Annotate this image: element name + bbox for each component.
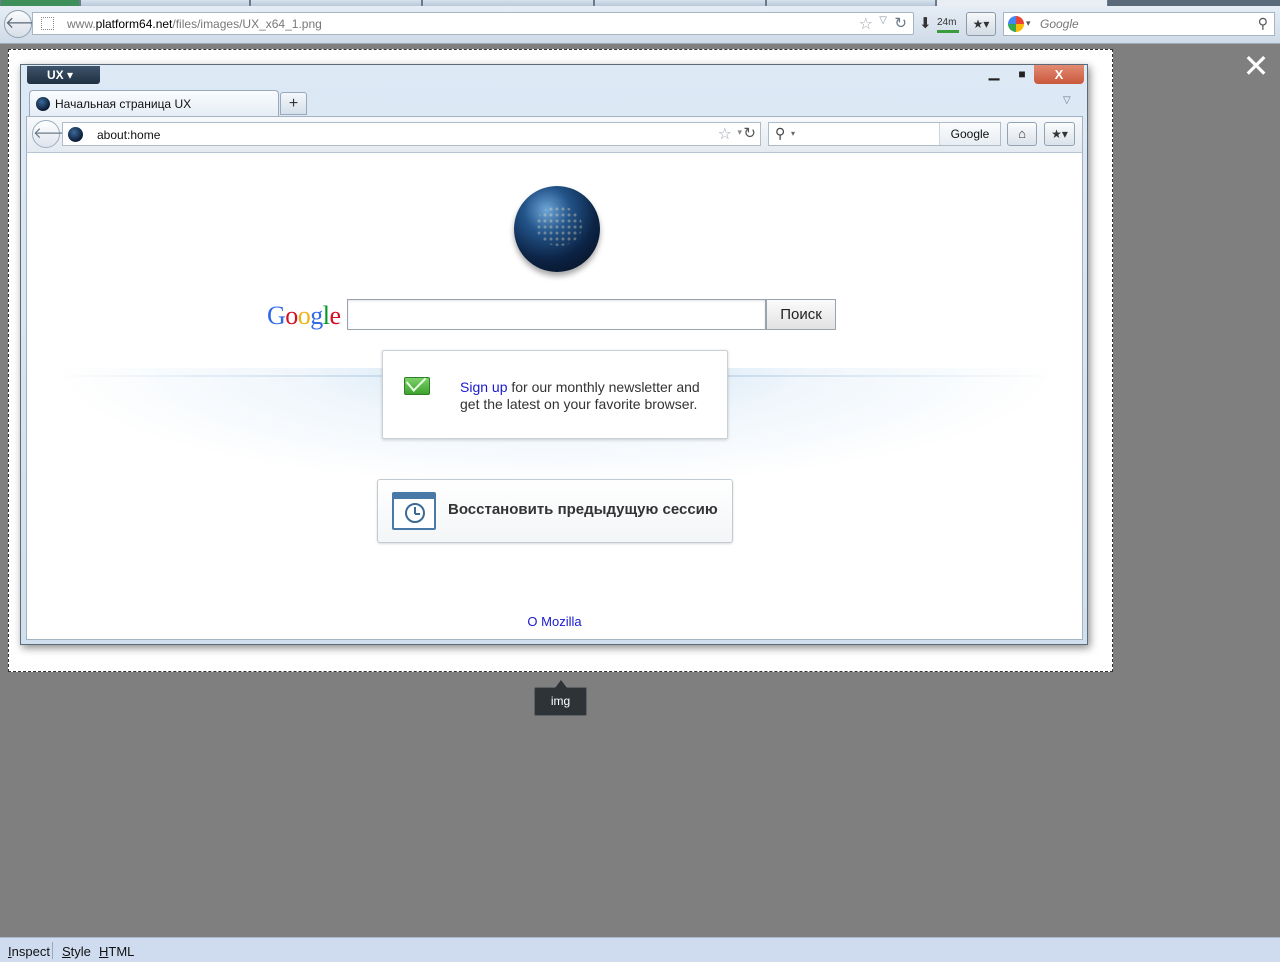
inspect-button[interactable]: Inspect xyxy=(8,944,50,959)
restore-session-clock-icon xyxy=(392,492,436,530)
tab-list-icon[interactable]: ▽ xyxy=(1063,95,1071,106)
inner-tab-home[interactable]: Начальная страница UX xyxy=(29,90,279,116)
home-search-input[interactable] xyxy=(347,299,766,330)
restore-session-button[interactable]: Восстановить предыдущую сессию xyxy=(377,479,733,543)
home-search-button[interactable]: Поиск xyxy=(766,299,836,330)
download-arrow-icon: ⬇ xyxy=(919,15,932,32)
inner-browser-window: UX ▾ ▁ ■ X Начальная страница UX + ▽ 🡐 a… xyxy=(20,64,1088,645)
outer-nav-bar: 🡐 www.platform64.net/files/images/UX_x64… xyxy=(0,6,1280,44)
node-tooltip: img xyxy=(534,680,587,716)
google-logo: Google xyxy=(267,301,341,330)
search-engine-button[interactable]: Google xyxy=(939,123,1000,145)
minimize-icon[interactable]: ▁ xyxy=(983,65,1005,84)
inner-tab-title: Начальная страница UX xyxy=(55,97,192,111)
reload-icon[interactable]: ↻ xyxy=(894,14,907,32)
inner-url-bar[interactable]: about:home ☆ ▾ ↻ xyxy=(62,122,761,146)
history-dropdown-icon[interactable]: ▾ xyxy=(737,127,742,138)
back-button[interactable]: 🡐 xyxy=(4,10,48,38)
reload-icon[interactable]: ↻ xyxy=(743,124,756,142)
downloads-button[interactable]: ⬇ 24m xyxy=(918,14,962,36)
search-icon[interactable]: ⚲ xyxy=(1258,15,1268,32)
inspector-toolbar: Inspect Style HTML xyxy=(0,937,1280,962)
search-bar[interactable]: ▾ Google ⚲ xyxy=(1003,12,1275,36)
engine-dropdown-icon[interactable]: ▾ xyxy=(1026,18,1031,29)
firefox-globe-icon xyxy=(68,127,83,142)
app-menu-button[interactable]: UX ▾ xyxy=(27,66,100,84)
inner-url-text: about:home xyxy=(97,128,161,142)
search-icon[interactable]: ⚲ xyxy=(775,125,785,142)
about-mozilla-link[interactable]: О Mozilla xyxy=(27,614,1082,629)
close-icon[interactable]: ✕ xyxy=(1240,50,1272,82)
html-button[interactable]: HTML xyxy=(99,944,134,959)
inner-search-bar[interactable]: ⚲ ▾ Google xyxy=(768,122,1001,146)
firefox-nightly-logo-icon xyxy=(514,186,600,272)
inner-back-button[interactable]: 🡐 xyxy=(32,120,73,148)
snippet-text: Sign up for our monthly newsletter and g… xyxy=(460,379,700,412)
search-placeholder: Google xyxy=(1040,17,1079,31)
about-home-page: Google Поиск Sign up for our monthly new… xyxy=(26,153,1083,640)
bookmark-star-icon[interactable]: ☆ xyxy=(859,14,873,34)
bookmarks-menu-button[interactable]: ★▾ xyxy=(1044,122,1075,146)
new-tab-button[interactable]: + xyxy=(280,92,307,115)
sign-up-link[interactable]: Sign up xyxy=(460,379,507,395)
inner-nav-toolbar: 🡐 about:home ☆ ▾ ↻ ⚲ ▾ Google ⌂ ★▾ xyxy=(26,116,1083,153)
bookmarks-icon: ★▾ xyxy=(1051,127,1068,141)
bookmark-star-icon[interactable]: ☆ xyxy=(718,124,732,144)
bookmarks-icon: ★▾ xyxy=(972,17,990,31)
bookmarks-menu-button[interactable]: ★▾ xyxy=(966,12,996,36)
newsletter-snippet: Sign up for our monthly newsletter and g… xyxy=(382,350,728,439)
home-icon: ⌂ xyxy=(1018,126,1026,141)
download-progress-bar xyxy=(937,30,959,33)
url-text: www.platform64.net/files/images/UX_x64_1… xyxy=(67,17,322,31)
envelope-icon xyxy=(404,377,430,395)
engine-dropdown-icon[interactable]: ▾ xyxy=(791,129,795,138)
site-identity-icon[interactable] xyxy=(41,17,54,30)
window-close-button[interactable]: X xyxy=(1034,65,1084,84)
firefox-favicon-icon xyxy=(36,97,50,111)
google-engine-icon[interactable] xyxy=(1008,16,1024,32)
history-dropdown-icon[interactable]: ▽ xyxy=(879,15,887,26)
restore-session-label: Восстановить предыдущую сессию xyxy=(448,501,718,518)
style-button[interactable]: Style xyxy=(62,944,91,959)
toolbar-separator xyxy=(52,942,53,959)
url-bar[interactable]: www.platform64.net/files/images/UX_x64_1… xyxy=(32,12,914,35)
maximize-icon[interactable]: ■ xyxy=(1011,65,1033,84)
home-button[interactable]: ⌂ xyxy=(1007,122,1037,146)
download-time-remaining: 24m xyxy=(937,17,957,28)
